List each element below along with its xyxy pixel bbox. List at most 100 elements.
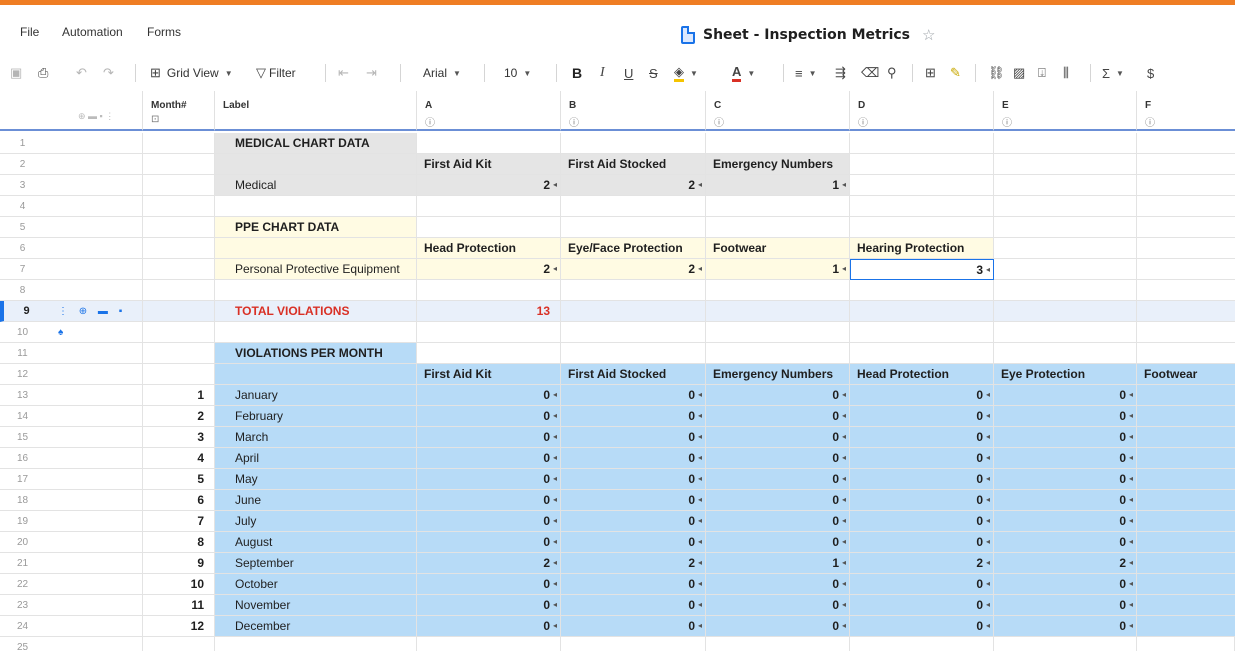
data-cell[interactable] bbox=[1137, 532, 1235, 553]
data-cell[interactable] bbox=[850, 280, 994, 301]
data-cell[interactable] bbox=[1137, 490, 1235, 511]
data-cell[interactable] bbox=[1137, 280, 1235, 301]
data-cell[interactable] bbox=[850, 175, 994, 196]
font-select[interactable]: Arial ▼ bbox=[423, 63, 461, 83]
data-cell[interactable] bbox=[994, 343, 1137, 364]
row-number-cell[interactable]: 7 bbox=[0, 259, 143, 280]
month-cell[interactable] bbox=[143, 238, 215, 259]
row-number-cell[interactable]: 8 bbox=[0, 280, 143, 301]
month-cell[interactable]: 12 bbox=[143, 616, 215, 637]
label-cell[interactable]: August bbox=[215, 532, 417, 553]
data-cell[interactable]: 0 ◂ bbox=[706, 511, 850, 532]
data-cell[interactable]: 1 ◂ bbox=[706, 259, 850, 280]
data-cell[interactable]: 0 ◂ bbox=[706, 532, 850, 553]
data-cell[interactable] bbox=[706, 280, 850, 301]
label-cell[interactable]: September bbox=[215, 553, 417, 574]
row-number-cell[interactable]: 16 bbox=[0, 448, 143, 469]
month-cell[interactable]: 1 bbox=[143, 385, 215, 406]
label-cell[interactable]: December bbox=[215, 616, 417, 637]
data-cell[interactable] bbox=[850, 301, 994, 322]
fill-color-icon[interactable]: ◈ ▼ bbox=[674, 63, 698, 83]
data-cell[interactable]: 0 ◂ bbox=[417, 490, 561, 511]
label-cell[interactable]: February bbox=[215, 406, 417, 427]
data-cell[interactable] bbox=[706, 196, 850, 217]
data-cell[interactable]: 1 ◂ bbox=[706, 553, 850, 574]
data-cell[interactable]: 0 ◂ bbox=[850, 427, 994, 448]
data-cell[interactable] bbox=[850, 637, 994, 651]
data-cell[interactable]: 0 ◂ bbox=[561, 616, 706, 637]
data-cell[interactable]: 0 ◂ bbox=[994, 427, 1137, 448]
data-cell[interactable]: 3 ◂ bbox=[850, 259, 994, 280]
data-cell[interactable] bbox=[850, 343, 994, 364]
label-cell[interactable]: PPE CHART DATA bbox=[215, 217, 417, 238]
label-cell[interactable]: May bbox=[215, 469, 417, 490]
data-cell[interactable] bbox=[417, 196, 561, 217]
data-cell[interactable] bbox=[1137, 238, 1235, 259]
italic-icon[interactable]: I bbox=[600, 63, 605, 83]
data-cell[interactable] bbox=[850, 196, 994, 217]
data-cell[interactable]: 2 ◂ bbox=[417, 175, 561, 196]
month-cell[interactable] bbox=[143, 637, 215, 651]
data-cell[interactable]: 2 ◂ bbox=[850, 553, 994, 574]
data-cell[interactable] bbox=[1137, 385, 1235, 406]
data-cell[interactable] bbox=[850, 133, 994, 154]
data-cell[interactable]: 0 ◂ bbox=[417, 616, 561, 637]
data-cell[interactable] bbox=[706, 217, 850, 238]
data-cell[interactable] bbox=[706, 637, 850, 651]
data-cell[interactable]: 0 ◂ bbox=[561, 490, 706, 511]
underline-icon[interactable]: U bbox=[624, 63, 633, 83]
data-cell[interactable]: 0 ◂ bbox=[417, 427, 561, 448]
column-header-month[interactable]: Month# ⊡ bbox=[143, 91, 215, 131]
data-cell[interactable] bbox=[561, 301, 706, 322]
data-cell[interactable] bbox=[417, 637, 561, 651]
column-header-d[interactable]: Dⓘ bbox=[850, 91, 994, 131]
data-cell[interactable] bbox=[1137, 511, 1235, 532]
data-cell[interactable]: 0 ◂ bbox=[706, 406, 850, 427]
data-cell[interactable] bbox=[1137, 259, 1235, 280]
month-cell[interactable]: 8 bbox=[143, 532, 215, 553]
row-number-cell[interactable]: 18 bbox=[0, 490, 143, 511]
row-number-cell[interactable]: 19 bbox=[0, 511, 143, 532]
data-cell[interactable]: 0 ◂ bbox=[850, 385, 994, 406]
row-number-cell[interactable]: 17 bbox=[0, 469, 143, 490]
link-icon[interactable]: ⛓ bbox=[988, 63, 1005, 83]
data-cell[interactable]: 0 ◂ bbox=[994, 406, 1137, 427]
label-cell[interactable]: October bbox=[215, 574, 417, 595]
label-cell[interactable] bbox=[215, 322, 417, 343]
data-cell[interactable] bbox=[706, 301, 850, 322]
data-cell[interactable]: Emergency Numbers bbox=[706, 364, 850, 385]
data-cell[interactable] bbox=[850, 322, 994, 343]
data-cell[interactable]: 0 ◂ bbox=[561, 511, 706, 532]
data-cell[interactable] bbox=[994, 175, 1137, 196]
row-number-cell[interactable]: 11 bbox=[0, 343, 143, 364]
row-number-cell[interactable]: 20 bbox=[0, 532, 143, 553]
row-number-cell[interactable]: 21 bbox=[0, 553, 143, 574]
data-cell[interactable] bbox=[706, 343, 850, 364]
data-cell[interactable]: 0 ◂ bbox=[706, 448, 850, 469]
sum-icon[interactable]: Σ ▼ bbox=[1102, 63, 1124, 83]
data-cell[interactable] bbox=[1137, 448, 1235, 469]
data-cell[interactable] bbox=[417, 217, 561, 238]
data-cell[interactable] bbox=[994, 154, 1137, 175]
label-cell[interactable]: March bbox=[215, 427, 417, 448]
data-cell[interactable]: 0 ◂ bbox=[561, 574, 706, 595]
month-cell[interactable]: 10 bbox=[143, 574, 215, 595]
label-cell[interactable] bbox=[215, 637, 417, 651]
data-cell[interactable]: 0 ◂ bbox=[994, 532, 1137, 553]
data-cell[interactable]: 2 ◂ bbox=[561, 259, 706, 280]
data-cell[interactable]: 0 ◂ bbox=[850, 595, 994, 616]
data-cell[interactable]: 0 ◂ bbox=[850, 511, 994, 532]
month-cell[interactable] bbox=[143, 322, 215, 343]
data-cell[interactable]: 0 ◂ bbox=[561, 427, 706, 448]
data-cell[interactable]: 0 ◂ bbox=[994, 385, 1137, 406]
label-cell[interactable] bbox=[215, 238, 417, 259]
data-cell[interactable]: 0 ◂ bbox=[417, 532, 561, 553]
row-number-cell[interactable]: 23 bbox=[0, 595, 143, 616]
columns-icon[interactable]: ⫼ bbox=[1063, 63, 1069, 83]
data-cell[interactable]: 2 ◂ bbox=[417, 553, 561, 574]
data-cell[interactable] bbox=[850, 217, 994, 238]
menu-automation[interactable]: Automation bbox=[62, 25, 123, 39]
data-cell[interactable]: 0 ◂ bbox=[561, 406, 706, 427]
data-cell[interactable]: First Aid Kit bbox=[417, 154, 561, 175]
data-cell[interactable]: 2 ◂ bbox=[561, 553, 706, 574]
